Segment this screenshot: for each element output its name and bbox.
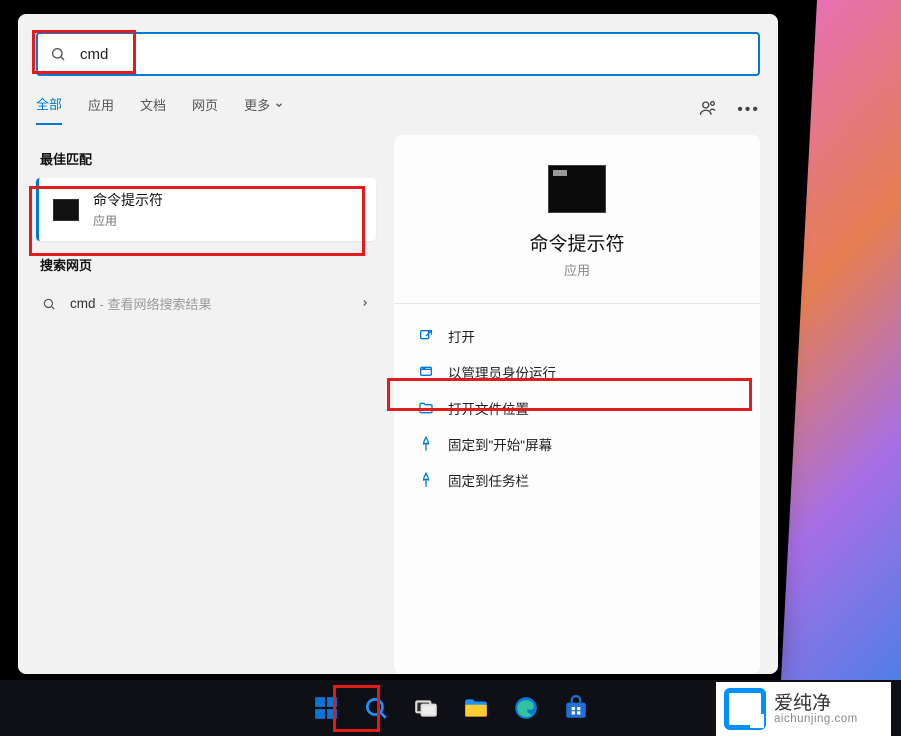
store-icon	[563, 695, 589, 721]
open-icon	[418, 328, 434, 344]
file-explorer-button[interactable]	[454, 686, 498, 730]
task-view-button[interactable]	[404, 686, 448, 730]
chevron-right-icon	[360, 296, 370, 311]
desktop-wallpaper	[781, 0, 901, 680]
windows-search-panel: 全部 应用 文档 网页 更多 ••• 最佳匹配 命令提示符 应用	[18, 14, 778, 674]
action-pin-start[interactable]: 固定到"开始"屏幕	[412, 426, 742, 462]
divider	[394, 303, 760, 304]
store-button[interactable]	[554, 686, 598, 730]
tab-documents[interactable]: 文档	[140, 95, 166, 124]
pin-icon	[418, 436, 434, 452]
search-input[interactable]	[80, 46, 746, 63]
search-icon	[42, 297, 56, 311]
web-search-result[interactable]: cmd - 查看网络搜索结果	[36, 284, 376, 323]
action-run-as-admin[interactable]: 以管理员身份运行	[412, 354, 742, 390]
edge-icon	[513, 695, 539, 721]
watermark-url: aichunjing.com	[774, 713, 858, 725]
detail-title: 命令提示符	[412, 229, 742, 256]
best-match-label: 最佳匹配	[40, 149, 376, 168]
task-view-icon	[413, 695, 439, 721]
web-search-desc: - 查看网络搜索结果	[100, 294, 212, 313]
terminal-icon	[53, 199, 79, 221]
tab-all[interactable]: 全部	[36, 94, 62, 125]
account-icon[interactable]	[699, 99, 717, 120]
search-input-container[interactable]	[36, 32, 760, 76]
start-icon	[313, 695, 339, 721]
watermark-title: 爱纯净	[774, 694, 858, 713]
action-open[interactable]: 打开	[412, 318, 742, 354]
tab-apps[interactable]: 应用	[88, 95, 114, 124]
pin-icon	[418, 472, 434, 488]
tab-web[interactable]: 网页	[192, 95, 218, 124]
best-match-result[interactable]: 命令提示符 应用	[36, 178, 376, 241]
results-column: 最佳匹配 命令提示符 应用 搜索网页 cmd - 查看网络搜索结果	[36, 135, 376, 674]
action-open-location[interactable]: 打开文件位置	[412, 390, 742, 426]
search-icon	[50, 46, 66, 62]
folder-icon	[418, 400, 434, 416]
best-match-title: 命令提示符	[93, 190, 163, 210]
best-match-subtitle: 应用	[93, 212, 163, 229]
file-explorer-icon	[463, 695, 489, 721]
chevron-down-icon	[274, 100, 284, 110]
more-icon[interactable]: •••	[737, 101, 760, 119]
search-icon	[363, 695, 389, 721]
source-watermark: 爱纯净 aichunjing.com	[716, 682, 891, 736]
search-filter-tabs: 全部 应用 文档 网页 更多 •••	[36, 94, 760, 125]
edge-button[interactable]	[504, 686, 548, 730]
start-button[interactable]	[304, 686, 348, 730]
terminal-icon	[548, 165, 606, 213]
web-search-label: 搜索网页	[40, 255, 376, 274]
shield-icon	[418, 364, 434, 380]
watermark-logo	[724, 688, 766, 730]
web-search-query: cmd	[70, 296, 96, 311]
tab-more[interactable]: 更多	[244, 95, 284, 124]
action-list: 打开 以管理员身份运行 打开文件位置 固定到"开始"屏幕 固定到任务栏	[412, 318, 742, 498]
taskbar-search-button[interactable]	[354, 686, 398, 730]
action-pin-taskbar[interactable]: 固定到任务栏	[412, 462, 742, 498]
detail-subtitle: 应用	[412, 260, 742, 279]
result-detail-pane: 命令提示符 应用 打开 以管理员身份运行 打开文件位置 固定到	[394, 135, 760, 674]
